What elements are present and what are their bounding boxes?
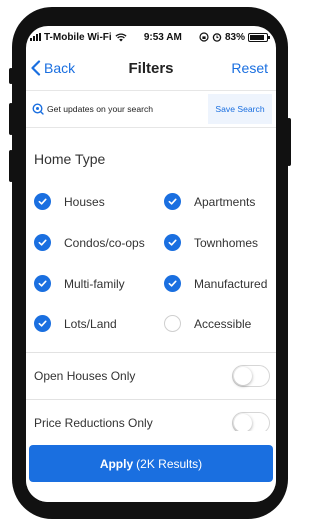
option-condos[interactable]: Condos/co-ops — [34, 234, 145, 251]
checkmark-icon — [34, 275, 51, 292]
checkmark-icon — [34, 234, 51, 251]
option-houses[interactable]: Houses — [34, 193, 105, 210]
mute-switch — [9, 68, 13, 84]
toggle-knob — [234, 414, 252, 432]
reset-button[interactable]: Reset — [231, 60, 268, 76]
option-lots-land[interactable]: Lots/Land — [34, 315, 117, 332]
carrier-label: T-Mobile Wi-Fi — [44, 31, 112, 43]
option-label: Townhomes — [194, 235, 259, 250]
open-houses-toggle[interactable] — [232, 365, 270, 387]
toggle-knob — [234, 367, 252, 385]
alarm-icon — [212, 33, 222, 42]
back-label: Back — [44, 60, 76, 76]
search-updates-bar: Get updates on your search Save Search — [26, 90, 276, 128]
option-label: Condos/co-ops — [64, 235, 145, 250]
battery-percent: 83% — [224, 31, 245, 43]
signal-icon — [30, 33, 41, 41]
clock: 9:53 AM — [143, 31, 182, 43]
checkmark-icon — [34, 315, 51, 332]
apply-footer: Apply (2K Results) — [26, 431, 276, 502]
checkmark-icon — [164, 275, 181, 292]
empty-checkbox-icon — [164, 315, 181, 332]
toggle-label: Price Reductions Only — [34, 416, 153, 430]
checkmark-icon — [164, 193, 181, 210]
option-label: Accessible — [194, 316, 252, 331]
option-accessible[interactable]: Accessible — [164, 315, 251, 332]
option-apartments[interactable]: Apartments — [164, 193, 255, 210]
apply-button[interactable]: Apply (2K Results) — [29, 445, 273, 482]
volume-up-button — [9, 103, 13, 135]
save-search-button[interactable]: Save Search — [208, 94, 272, 124]
app-screen: T-Mobile Wi-Fi 9:53 AM 83% Back Filters … — [26, 26, 276, 502]
power-button — [287, 118, 291, 166]
toggle-label: Open Houses Only — [34, 369, 136, 383]
status-bar: T-Mobile Wi-Fi 9:53 AM 83% — [26, 26, 276, 48]
option-multi-family[interactable]: Multi-family — [34, 275, 125, 292]
option-label: Lots/Land — [64, 316, 117, 331]
option-label: Houses — [64, 194, 105, 209]
option-label: Apartments — [194, 194, 256, 209]
open-houses-row: Open Houses Only — [26, 353, 276, 399]
apply-results-count: (2K Results) — [136, 456, 203, 471]
option-label: Multi-family — [64, 276, 125, 291]
nav-bar: Back Filters Reset — [26, 54, 276, 82]
notification-search-icon — [32, 103, 44, 115]
checkmark-icon — [34, 193, 51, 210]
lock-rotation-icon — [199, 32, 209, 42]
back-button[interactable]: Back — [30, 60, 75, 76]
apply-label: Apply — [99, 456, 134, 471]
option-manufactured[interactable]: Manufactured — [164, 275, 267, 292]
battery-icon — [248, 32, 270, 42]
chevron-left-icon — [31, 60, 41, 76]
volume-down-button — [9, 150, 13, 182]
updates-text: Get updates on your search — [47, 104, 154, 114]
option-townhomes[interactable]: Townhomes — [164, 234, 258, 251]
home-type-heading: Home Type — [34, 151, 106, 167]
wifi-icon — [115, 32, 127, 41]
checkmark-icon — [164, 234, 181, 251]
option-label: Manufactured — [194, 276, 268, 291]
